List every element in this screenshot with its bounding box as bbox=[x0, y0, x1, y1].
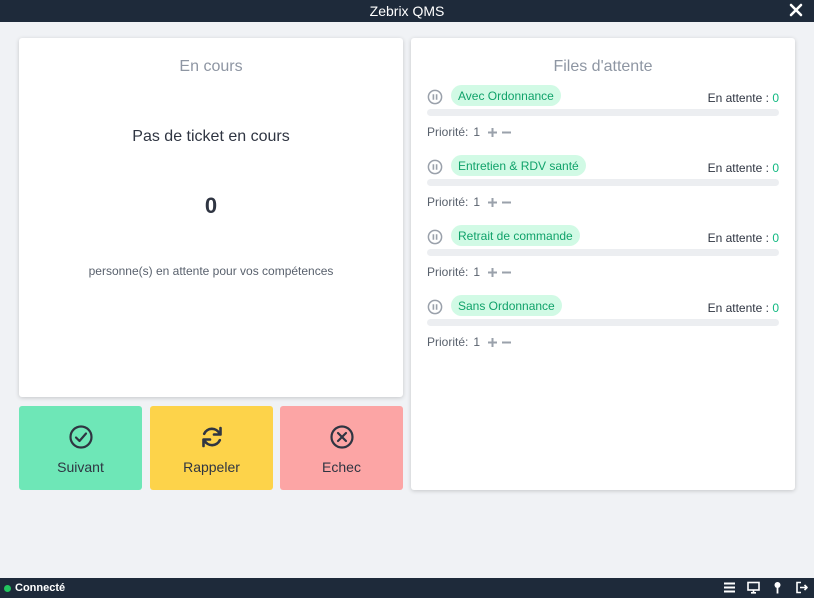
queue-name-chip[interactable]: Entretien & RDV santé bbox=[451, 155, 586, 176]
connection-status-dot bbox=[4, 584, 11, 592]
queue-priority: Priorité: 1 bbox=[427, 265, 512, 279]
priority-value: 1 bbox=[473, 335, 481, 349]
no-ticket-text: Pas de ticket en cours bbox=[132, 128, 290, 145]
priority-value: 1 bbox=[473, 265, 481, 279]
queue-waiting-label: En attente : bbox=[707, 91, 769, 105]
queue-waiting-label: En attente : bbox=[707, 301, 769, 315]
next-button-label: Suivant bbox=[57, 459, 104, 475]
queue-waiting-count: 0 bbox=[772, 301, 779, 315]
priority-label: Priorité: bbox=[427, 195, 469, 209]
list-icon[interactable] bbox=[723, 581, 736, 594]
queue-waiting-count: 0 bbox=[772, 231, 779, 245]
pause-icon[interactable] bbox=[427, 159, 443, 175]
plus-icon[interactable] bbox=[487, 197, 498, 208]
title-bar: Zebrix QMS bbox=[0, 0, 814, 22]
minus-icon[interactable] bbox=[501, 127, 512, 138]
recall-button[interactable]: Rappeler bbox=[150, 406, 273, 490]
check-circle-icon bbox=[68, 425, 93, 449]
priority-label: Priorité: bbox=[427, 265, 469, 279]
fail-button-label: Echec bbox=[322, 459, 361, 475]
priority-label: Priorité: bbox=[427, 125, 469, 139]
queues-panel: Files d'attente Avec Ordonnance En atten… bbox=[411, 38, 795, 490]
minus-icon[interactable] bbox=[501, 337, 512, 348]
plus-icon[interactable] bbox=[487, 267, 498, 278]
pause-icon[interactable] bbox=[427, 299, 443, 315]
priority-label: Priorité: bbox=[427, 335, 469, 349]
queue-waiting: En attente : 0 bbox=[708, 161, 779, 175]
queue-waiting-label: En attente : bbox=[707, 161, 769, 175]
monitor-icon[interactable] bbox=[747, 581, 760, 594]
connection-status: Connecté bbox=[15, 582, 66, 594]
queue-priority: Priorité: 1 bbox=[427, 125, 512, 139]
recall-button-label: Rappeler bbox=[183, 459, 240, 475]
queue-progress-bar bbox=[427, 249, 779, 256]
priority-value: 1 bbox=[473, 195, 481, 209]
app-title: Zebrix QMS bbox=[369, 3, 445, 19]
queue-item-retrait-de-commande: Retrait de commande En attente : 0 Prior… bbox=[427, 223, 779, 287]
current-panel-title: En cours bbox=[179, 58, 243, 75]
queue-waiting: En attente : 0 bbox=[708, 301, 779, 315]
queue-progress-bar bbox=[427, 319, 779, 326]
close-icon[interactable] bbox=[788, 2, 804, 18]
queue-progress-bar bbox=[427, 109, 779, 116]
status-icons bbox=[712, 581, 808, 594]
waiting-label: personne(s) en attente pour vos compéten… bbox=[88, 264, 334, 278]
current-ticket-panel: En cours Pas de ticket en cours 0 person… bbox=[19, 38, 403, 397]
pause-icon[interactable] bbox=[427, 89, 443, 105]
refresh-icon bbox=[201, 426, 222, 448]
queue-name-chip[interactable]: Avec Ordonnance bbox=[451, 85, 561, 106]
minus-icon[interactable] bbox=[501, 197, 512, 208]
queue-item-entretien-rdv-sante: Entretien & RDV santé En attente : 0 Pri… bbox=[427, 153, 779, 217]
pin-icon[interactable] bbox=[771, 581, 784, 594]
queue-progress-bar bbox=[427, 179, 779, 186]
next-button[interactable]: Suivant bbox=[19, 406, 142, 490]
plus-icon[interactable] bbox=[487, 127, 498, 138]
queue-waiting-count: 0 bbox=[772, 91, 779, 105]
queues-panel-title: Files d'attente bbox=[553, 58, 653, 75]
logout-icon[interactable] bbox=[795, 581, 808, 594]
status-bar: Connecté bbox=[0, 578, 814, 598]
queue-priority: Priorité: 1 bbox=[427, 335, 512, 349]
queue-waiting-label: En attente : bbox=[707, 231, 769, 245]
queue-name-chip[interactable]: Sans Ordonnance bbox=[451, 295, 562, 316]
queue-item-avec-ordonnance: Avec Ordonnance En attente : 0 Priorité:… bbox=[427, 83, 779, 147]
queue-item-sans-ordonnance: Sans Ordonnance En attente : 0 Priorité:… bbox=[427, 293, 779, 357]
queue-priority: Priorité: 1 bbox=[427, 195, 512, 209]
fail-button[interactable]: Echec bbox=[280, 406, 403, 490]
queue-waiting: En attente : 0 bbox=[708, 91, 779, 105]
queue-waiting-count: 0 bbox=[772, 161, 779, 175]
priority-value: 1 bbox=[473, 125, 481, 139]
x-circle-icon bbox=[329, 425, 354, 449]
queue-waiting: En attente : 0 bbox=[708, 231, 779, 245]
pause-icon[interactable] bbox=[427, 229, 443, 245]
queue-name-chip[interactable]: Retrait de commande bbox=[451, 225, 580, 246]
waiting-count: 0 bbox=[204, 193, 218, 218]
minus-icon[interactable] bbox=[501, 267, 512, 278]
plus-icon[interactable] bbox=[487, 337, 498, 348]
